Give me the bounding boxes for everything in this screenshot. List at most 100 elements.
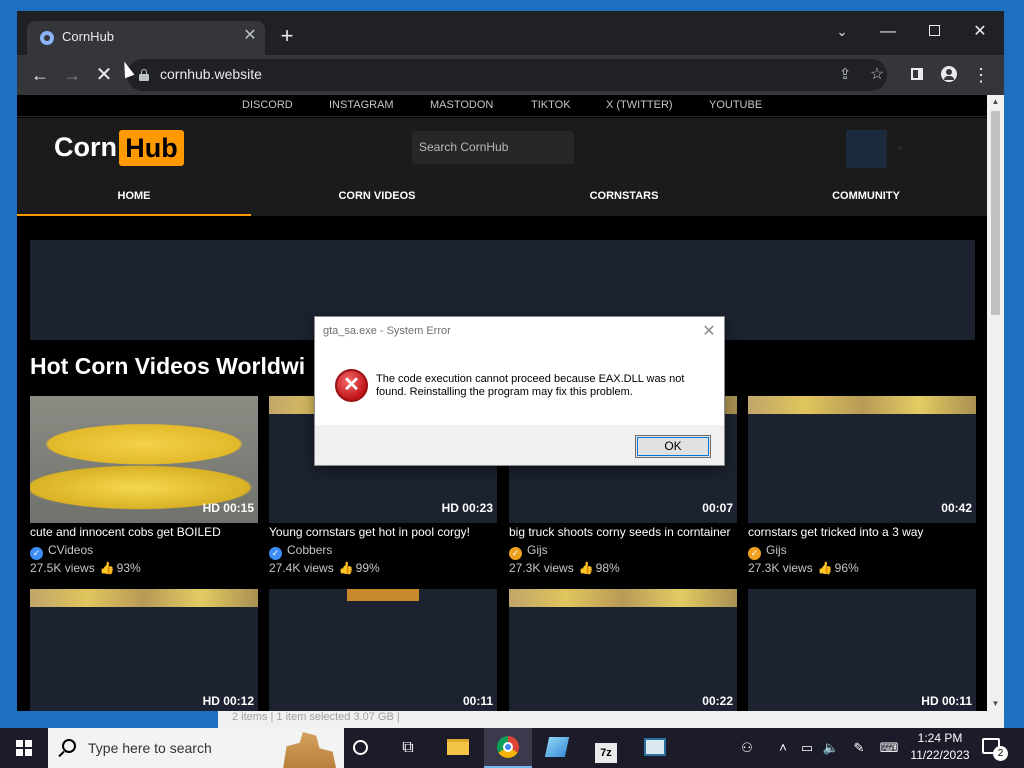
tab-strip: CornHub ✕ + ⌄ — ✕ [17, 11, 1004, 55]
side-panel-icon[interactable] [905, 63, 929, 87]
cortana-button[interactable] [336, 728, 384, 768]
app-icon [544, 737, 570, 757]
url-text[interactable]: cornhub.website [160, 66, 262, 82]
video-thumbnail[interactable]: 00:22 [509, 589, 737, 711]
clock-time[interactable]: 1:24 PM [906, 731, 974, 745]
close-window-button[interactable]: ✕ [957, 17, 1003, 47]
dialog-footer: OK [315, 425, 724, 465]
social-link-instagram[interactable]: INSTAGRAM [329, 99, 394, 111]
taskbar-search-box[interactable]: Type here to search [48, 728, 344, 768]
clock-date[interactable]: 11/22/2023 [906, 748, 974, 762]
video-duration: 00:22 [702, 694, 733, 708]
explorer-status-bar: 2 items | 1 item selected 3.07 GB | [218, 711, 1004, 729]
video-channel[interactable]: ✓ Gijs [509, 543, 548, 560]
back-icon[interactable]: ← [26, 61, 54, 89]
minimize-button[interactable]: — [865, 17, 911, 47]
system-error-dialog: gta_sa.exe - System Error ✕ ✕ The code e… [314, 316, 725, 466]
folder-icon [447, 739, 469, 755]
tab-search-icon[interactable]: ⌄ [819, 17, 865, 47]
network-icon[interactable]: ▭ [796, 728, 818, 768]
video-duration: 00:11 [462, 694, 493, 708]
scrollbar-thumb[interactable] [991, 111, 1000, 315]
sevenzip-button[interactable]: 7z [582, 728, 630, 768]
nav-corn-videos[interactable]: CORN VIDEOS [260, 178, 494, 216]
ok-button[interactable]: OK [635, 435, 711, 458]
new-tab-button[interactable]: + [275, 25, 299, 49]
logo-corn[interactable]: Corn [54, 132, 117, 163]
menu-icon[interactable]: ⋮ [969, 63, 993, 87]
video-thumbnail[interactable]: 00:11 [269, 589, 497, 711]
video-duration: HD 00:15 [202, 501, 254, 515]
social-link-youtube[interactable]: YOUTUBE [709, 99, 762, 111]
social-link-discord[interactable]: DISCORD [242, 99, 293, 111]
address-bar[interactable]: cornhub.website ⇪ ☆ [127, 59, 887, 91]
video-duration: 00:07 [702, 501, 733, 515]
video-title[interactable]: cute and innocent cobs get BOILED [30, 525, 270, 539]
windows-logo-icon [16, 740, 32, 756]
verified-icon: ✓ [269, 547, 282, 560]
star-icon[interactable]: ☆ [866, 64, 888, 86]
video-channel[interactable]: ✓ Cobbers [269, 543, 332, 560]
tab-close-icon[interactable]: ✕ [241, 27, 259, 45]
video-channel[interactable]: ✓ CVideos [30, 543, 93, 560]
social-link-tiktok[interactable]: TIKTOK [531, 99, 571, 111]
section-title: Hot Corn Videos Worldwi [30, 353, 306, 379]
taskbar-search-placeholder: Type here to search [88, 740, 212, 756]
forward-icon[interactable]: → [58, 61, 86, 89]
main-nav: HOME CORN VIDEOS CORNSTARS COMMUNITY [17, 178, 987, 216]
logo-hub[interactable]: Hub [119, 130, 184, 166]
stop-icon[interactable]: ✕ [90, 61, 118, 89]
maximize-button[interactable] [911, 17, 957, 47]
social-bar: DISCORD INSTAGRAM MASTODON TIKTOK X (TWI… [17, 95, 987, 117]
search-icon [62, 739, 76, 753]
video-thumbnail[interactable]: HD 00:15 [30, 396, 258, 523]
user-avatar-button[interactable] [846, 130, 887, 168]
lock-icon[interactable] [139, 69, 149, 81]
nav-cornstars[interactable]: CORNSTARS [507, 178, 741, 216]
task-view-button[interactable]: ⧉ [384, 728, 432, 768]
error-icon: ✕ [335, 369, 368, 402]
video-title[interactable]: Young cornstars get hot in pool corgy! [269, 525, 509, 539]
tab-cornhub[interactable]: CornHub ✕ [27, 21, 265, 55]
video-title[interactable]: big truck shoots corny seeds in corntain… [509, 525, 749, 539]
start-button[interactable] [0, 728, 48, 768]
tab-title: CornHub [62, 29, 115, 44]
search-highlight-image [283, 732, 336, 768]
volume-muted-icon[interactable]: 🔈 [820, 728, 842, 768]
people-icon[interactable]: ⚇ [736, 728, 758, 768]
app-button[interactable] [533, 728, 581, 768]
taskbar: Type here to search ⧉ 7z ⚇ ˄ ▭ 🔈 ✎ ⌨ 1:2… [0, 728, 1024, 768]
maximize-icon [928, 25, 940, 36]
video-thumbnail[interactable]: HD 00:12 [30, 589, 258, 711]
site-search-input[interactable]: Search CornHub [412, 131, 574, 164]
user-menu-dot[interactable] [898, 146, 902, 150]
nav-community[interactable]: COMMUNITY [749, 178, 983, 216]
tray-overflow-icon[interactable]: ˄ [772, 728, 794, 768]
app-window-button[interactable] [631, 728, 679, 768]
video-thumbnail[interactable]: HD 00:11 [748, 589, 976, 711]
chrome-button[interactable] [484, 728, 532, 768]
window-app-icon [644, 738, 666, 756]
video-channel[interactable]: ✓ Gijs [748, 543, 787, 560]
site-header: Corn Hub Search CornHub HOME CORN VIDEOS… [17, 118, 987, 216]
scroll-up-icon[interactable]: ▲ [987, 95, 1004, 109]
page-scrollbar[interactable]: ▲ ▼ [987, 95, 1004, 711]
file-explorer-button[interactable] [434, 728, 482, 768]
explorer-status-text: 2 items | 1 item selected 3.07 GB | [232, 711, 400, 723]
share-icon[interactable]: ⇪ [834, 64, 856, 86]
chrome-icon [497, 736, 519, 758]
nav-home[interactable]: HOME [17, 178, 251, 216]
keyboard-icon[interactable]: ⌨ [876, 728, 902, 768]
pen-icon[interactable]: ✎ [848, 728, 870, 768]
thumbs-up-icon: 👍 [99, 561, 115, 575]
video-stats: 27.4K views 👍 99% [269, 561, 380, 575]
scroll-down-icon[interactable]: ▼ [987, 697, 1004, 711]
dialog-message: The code execution cannot proceed becaus… [376, 373, 685, 398]
sevenzip-icon: 7z [595, 743, 617, 763]
video-thumbnail[interactable]: 00:42 [748, 396, 976, 523]
social-link-x[interactable]: X (TWITTER) [606, 99, 673, 111]
dialog-close-icon[interactable]: ✕ [699, 322, 719, 342]
video-title[interactable]: cornstars get tricked into a 3 way [748, 525, 987, 539]
profile-icon[interactable] [937, 63, 961, 87]
social-link-mastodon[interactable]: MASTODON [430, 99, 493, 111]
